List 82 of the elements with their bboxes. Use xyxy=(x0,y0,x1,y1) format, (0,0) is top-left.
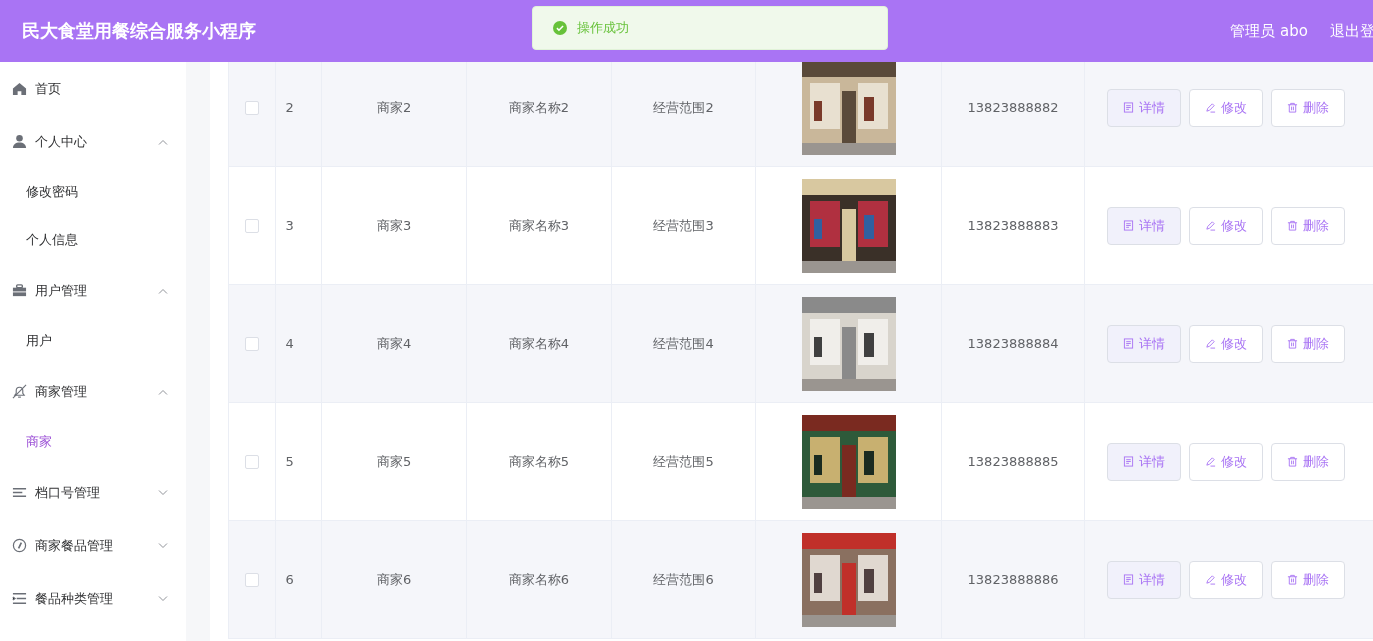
delete-button[interactable]: 删除 xyxy=(1271,324,1346,363)
edit-button[interactable]: 修改 xyxy=(1189,88,1264,127)
bell-off-icon xyxy=(12,384,27,399)
briefcase-icon xyxy=(12,283,27,298)
pencil-icon xyxy=(1205,574,1217,585)
business-scope-cell: 经营范围3 xyxy=(653,216,714,235)
detail-button[interactable]: 详情 xyxy=(1107,560,1182,599)
phone-cell: 13823888882 xyxy=(967,100,1059,115)
list-icon xyxy=(12,591,27,606)
trash-icon xyxy=(1287,456,1299,467)
row-checkbox[interactable] xyxy=(244,572,259,587)
row-checkbox[interactable] xyxy=(244,454,259,469)
edit-button[interactable]: 修改 xyxy=(1189,324,1264,363)
phone-cell: 13823888883 xyxy=(967,218,1059,233)
pencil-icon xyxy=(1205,456,1217,467)
merchant-cell: 商家5 xyxy=(376,452,412,471)
trash-icon xyxy=(1287,338,1299,349)
business-scope-cell: 经营范围6 xyxy=(653,570,714,589)
submenu-item[interactable]: 用户 xyxy=(0,317,186,365)
check-circle-icon xyxy=(553,21,567,35)
row-checkbox[interactable] xyxy=(244,336,259,351)
delete-button[interactable]: 删除 xyxy=(1271,560,1346,599)
merchant-cell: 商家2 xyxy=(376,98,412,117)
index-cell: 6 xyxy=(285,572,294,587)
business-scope-cell: 经营范围5 xyxy=(653,452,714,471)
delete-button[interactable]: 删除 xyxy=(1271,88,1346,127)
document-icon xyxy=(1123,102,1135,113)
phone-cell: 13823888886 xyxy=(967,572,1059,587)
menu-item[interactable]: 餐品种类管理 xyxy=(0,572,186,625)
detail-button[interactable]: 详情 xyxy=(1107,324,1182,363)
submenu-item[interactable]: 个人信息 xyxy=(0,216,186,264)
document-icon xyxy=(1123,456,1135,467)
index-cell: 2 xyxy=(285,100,294,115)
index-cell: 5 xyxy=(285,454,294,469)
menu-item[interactable]: 个人中心 xyxy=(0,115,186,168)
menu-item[interactable]: 用户管理 xyxy=(0,264,186,317)
merchant-name-cell: 商家名称5 xyxy=(508,452,569,471)
menu-item[interactable]: 商家餐品管理 xyxy=(0,519,186,572)
toast-message: 操作成功 xyxy=(577,19,629,37)
document-icon xyxy=(1123,574,1135,585)
merchant-name-cell: 商家名称4 xyxy=(508,334,569,353)
merchant-cell: 商家4 xyxy=(376,334,412,353)
row-checkbox[interactable] xyxy=(244,218,259,233)
business-scope-cell: 经营范围4 xyxy=(653,334,714,353)
business-scope-cell: 经营范围2 xyxy=(653,98,714,117)
detail-button[interactable]: 详情 xyxy=(1107,442,1182,481)
merchant-name-cell: 商家名称3 xyxy=(508,216,569,235)
merchant-name-cell: 商家名称6 xyxy=(508,570,569,589)
menu-item[interactable]: 档口号管理 xyxy=(0,466,186,519)
delete-button[interactable]: 删除 xyxy=(1271,206,1346,245)
pencil-icon xyxy=(1205,220,1217,231)
detail-button[interactable]: 详情 xyxy=(1107,88,1182,127)
document-icon xyxy=(1123,220,1135,231)
compass-icon xyxy=(12,538,27,553)
home-icon xyxy=(12,81,27,96)
merchant-name-cell: 商家名称2 xyxy=(508,98,569,117)
user-name: 管理员 abo xyxy=(1230,21,1308,41)
detail-button[interactable]: 详情 xyxy=(1107,206,1182,245)
submenu-item[interactable]: 商家 xyxy=(0,418,186,466)
menu-item[interactable]: 首页 xyxy=(0,62,186,115)
trash-icon xyxy=(1287,220,1299,231)
merchant-cell: 商家3 xyxy=(376,216,412,235)
pencil-icon xyxy=(1205,338,1217,349)
index-cell: 4 xyxy=(285,336,294,351)
edit-button[interactable]: 修改 xyxy=(1189,442,1264,481)
phone-cell: 13823888885 xyxy=(967,454,1059,469)
edit-button[interactable]: 修改 xyxy=(1189,206,1264,245)
row-checkbox[interactable] xyxy=(244,100,259,115)
edit-button[interactable]: 修改 xyxy=(1189,560,1264,599)
phone-cell: 13823888884 xyxy=(967,336,1059,351)
index-cell: 3 xyxy=(285,218,294,233)
merchant-cell: 商家6 xyxy=(376,570,412,589)
document-icon xyxy=(1123,338,1135,349)
lines-icon xyxy=(12,485,27,500)
pencil-icon xyxy=(1205,102,1217,113)
menu-item[interactable]: 商家管理 xyxy=(0,365,186,418)
delete-button[interactable]: 删除 xyxy=(1271,442,1346,481)
person-icon xyxy=(12,134,27,149)
trash-icon xyxy=(1287,574,1299,585)
trash-icon xyxy=(1287,102,1299,113)
submenu-item[interactable]: 修改密码 xyxy=(0,168,186,216)
app-title: 民大食堂用餐综合服务小程序 xyxy=(22,19,256,43)
